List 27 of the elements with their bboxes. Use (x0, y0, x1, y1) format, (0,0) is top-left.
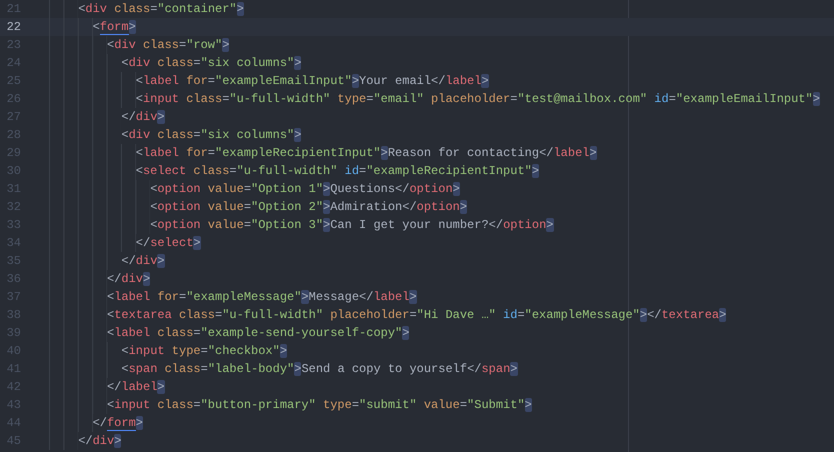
code-line: <option value="Option 2">Admiration</option> (150, 199, 468, 216)
code-line: <div class="container"> (78, 1, 244, 18)
code-line: <span class="label-body">Send a copy to yourself</span> (121, 361, 518, 378)
code-line: <input class="button-primary" type="submit" value="Submit"> (106, 397, 532, 414)
code-line: </div> (78, 433, 122, 450)
code-line: <option value="Option 1">Questions</option> (150, 181, 460, 198)
code-line: <textarea class="u-full-width" placeholder="Hi Dave …" id="exampleMessage"></textarea> (106, 307, 726, 324)
code-line: <label for="exampleEmailInput">Your email</label> (136, 73, 489, 90)
code-line: </label> (106, 379, 165, 396)
code-line: <label for="exampleMessage">Message</label> (106, 289, 417, 306)
code-line: </select> (136, 235, 201, 252)
code-line: <input class="u-full-width" type="email" placeholder="test@mailbox.com" id="exampleEmailInput"> (136, 91, 820, 108)
code-line: </form> (92, 415, 143, 432)
code-line: <form> (92, 19, 136, 36)
line-number: 22 (6, 19, 22, 36)
code-line: <div class="row"> (106, 37, 230, 54)
code-line: </div> (121, 253, 165, 270)
indent-guides (49, 36, 107, 54)
code-line: <div class="six columns"> (121, 127, 302, 144)
code-line: </div> (106, 271, 150, 288)
code-line: <label class="example-send-yourself-copy"> (106, 325, 410, 342)
code-line: <select class="u-full-width" id="exampleRecipientInput"> (136, 163, 540, 180)
code-line: </div> (121, 109, 165, 126)
code-line: <option value="Option 3">Can I get your number?</option> (150, 217, 554, 234)
code-line: <input type="checkbox"> (121, 343, 288, 360)
code-line: <label for="exampleRecipientInput">Reason for contacting</label> (136, 145, 597, 162)
code-line: <div class="six columns"> (121, 55, 302, 72)
